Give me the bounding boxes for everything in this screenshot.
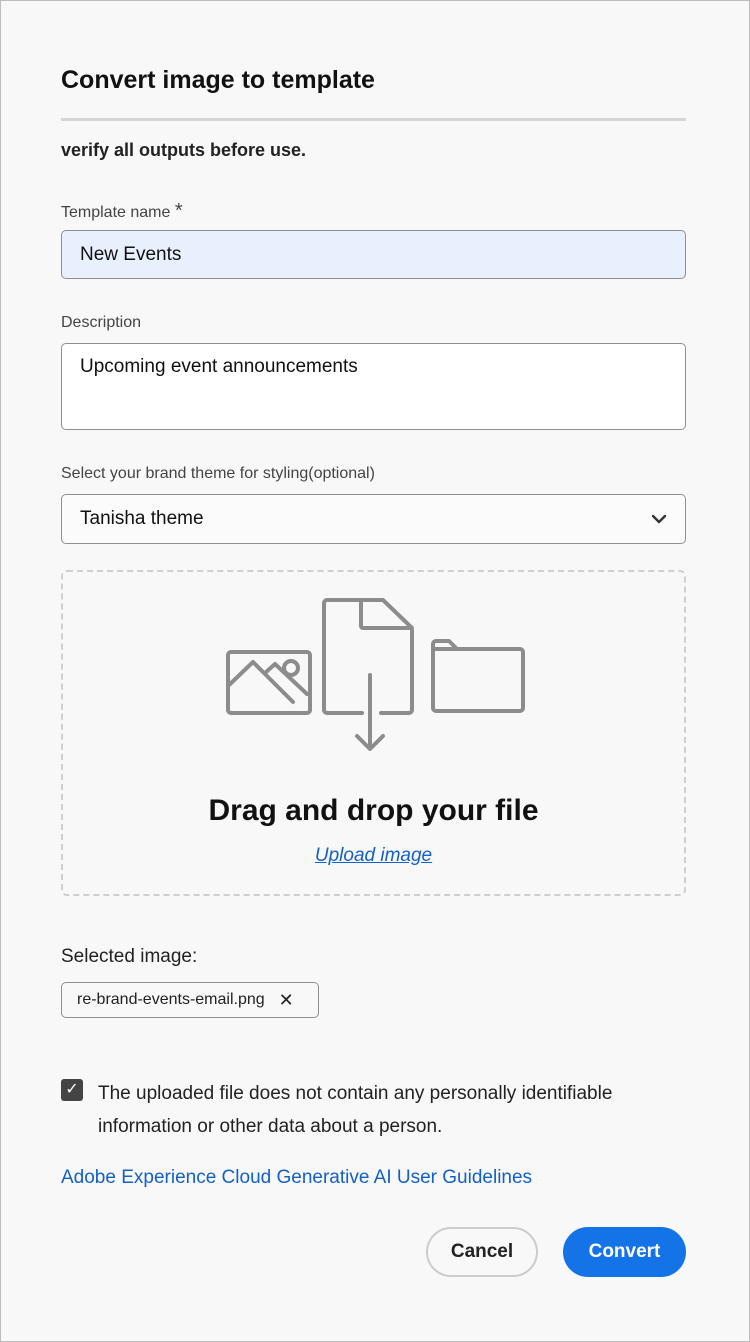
file-download-icon <box>322 598 414 751</box>
cancel-button[interactable]: Cancel <box>426 1227 538 1277</box>
folder-icon <box>431 639 525 713</box>
remove-file-icon[interactable]: ✕ <box>279 990 294 1011</box>
image-icon <box>226 650 312 715</box>
brand-theme-value: Tanisha theme <box>80 508 204 529</box>
file-dropzone[interactable]: Drag and drop your file Upload image <box>61 570 686 896</box>
divider <box>61 118 686 121</box>
dialog-title: Convert image to template <box>61 66 375 94</box>
required-asterisk: * <box>174 200 183 222</box>
brand-theme-label: Select your brand theme for styling(opti… <box>61 465 375 482</box>
warning-text: verify all outputs before use. <box>61 140 307 160</box>
upload-image-link[interactable]: Upload image <box>63 845 684 867</box>
description-textarea[interactable]: Upcoming event announcements <box>61 343 686 430</box>
selected-image-label: Selected image: <box>61 946 198 967</box>
consent-text: The uploaded file does not contain any p… <box>98 1083 613 1137</box>
chevron-down-icon <box>651 514 667 524</box>
guidelines-link[interactable]: Adobe Experience Cloud Generative AI Use… <box>61 1167 532 1189</box>
template-name-label: Template name * <box>61 200 183 222</box>
brand-theme-select[interactable]: Tanisha theme <box>61 494 686 544</box>
selected-file-chip: re-brand-events-email.png ✕ <box>61 982 319 1018</box>
consent-checkbox[interactable]: ✓ <box>61 1079 83 1101</box>
selected-file-name: re-brand-events-email.png <box>77 991 265 1008</box>
template-name-input[interactable]: New Events <box>61 230 686 279</box>
dropzone-title: Drag and drop your file <box>208 794 539 827</box>
description-label: Description <box>61 314 142 331</box>
convert-button[interactable]: Convert <box>563 1227 686 1277</box>
